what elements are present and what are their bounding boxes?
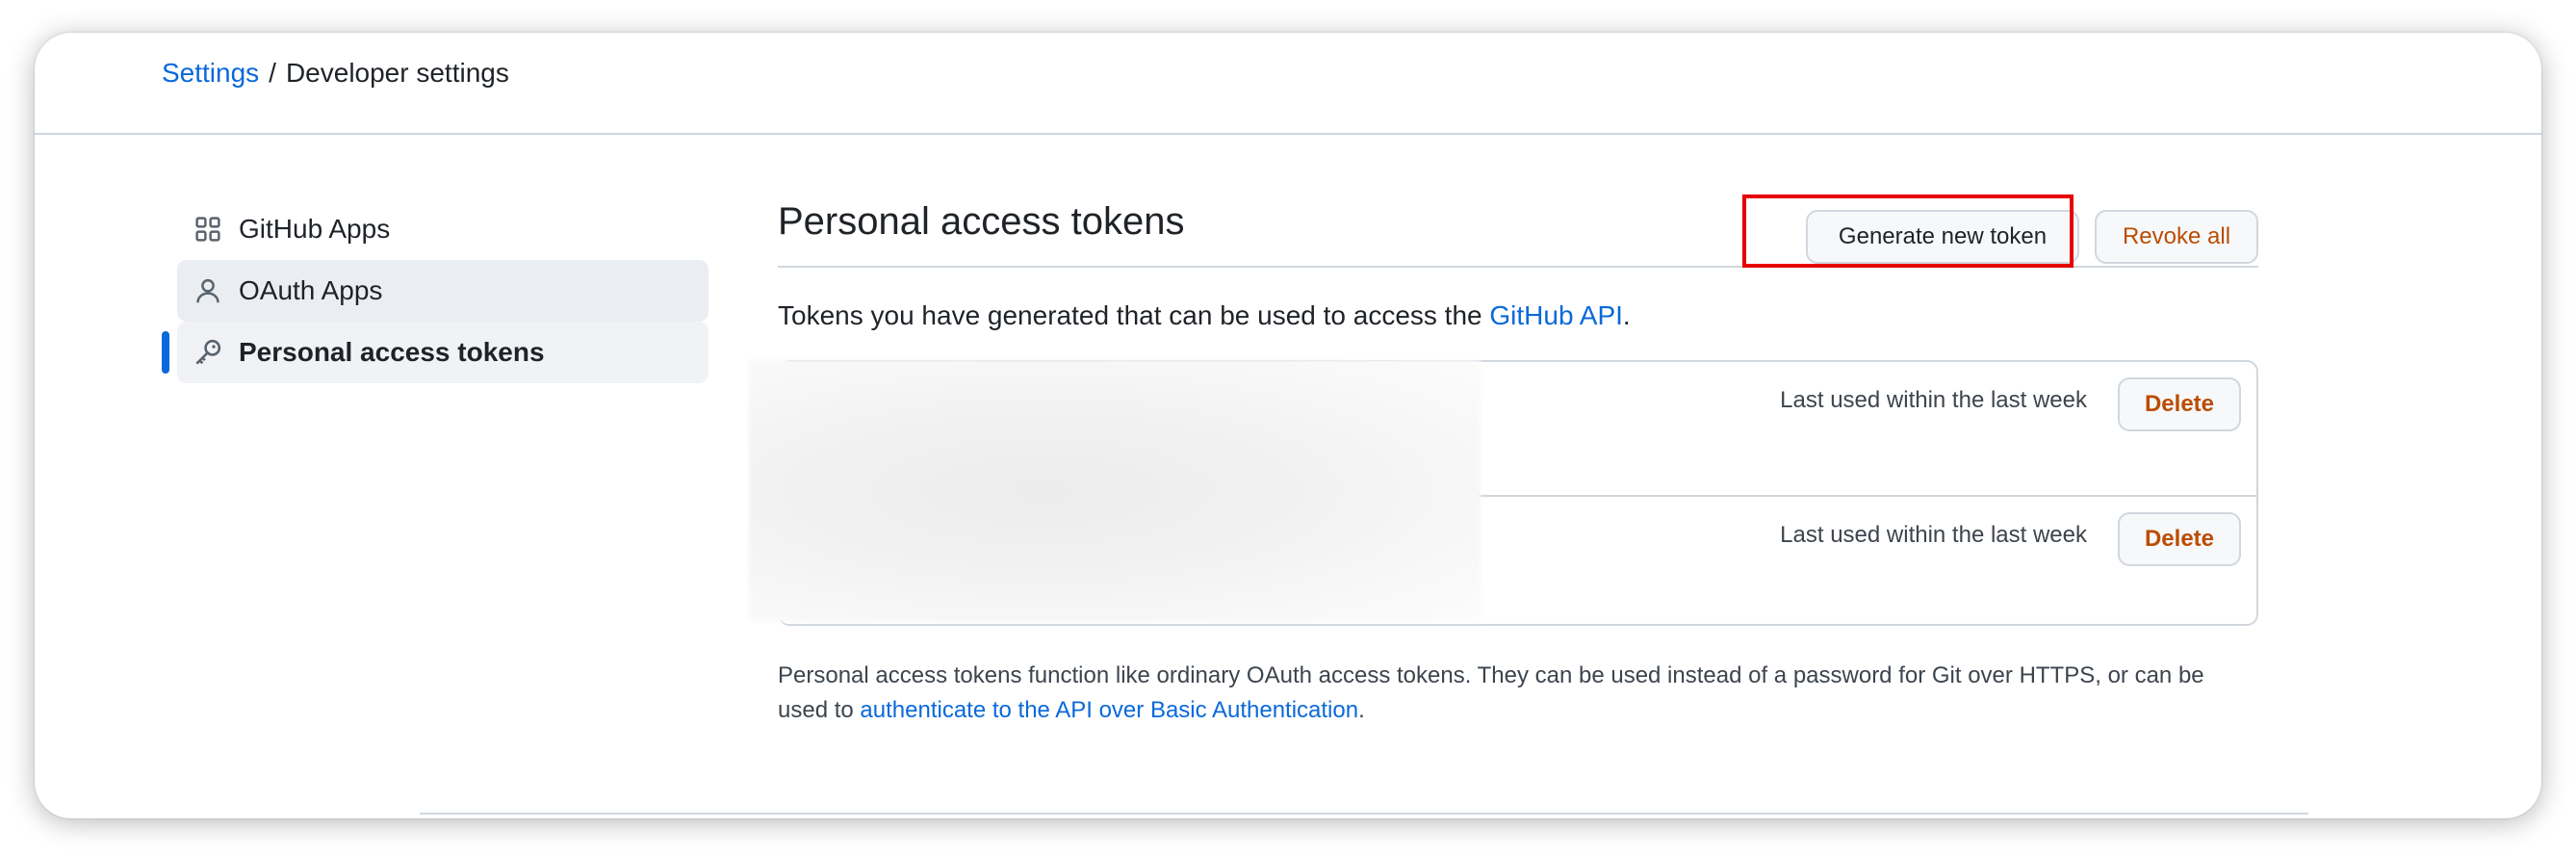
basic-auth-link[interactable]: authenticate to the API over Basic Authe… <box>860 697 1358 723</box>
breadcrumb-separator: / <box>269 58 276 88</box>
intro-text: Tokens you have generated that can be us… <box>778 300 2258 331</box>
sidebar: GitHub Apps OAuth Apps Personal access t… <box>162 198 708 383</box>
generate-new-token-button[interactable]: Generate new token <box>1806 210 2079 264</box>
active-indicator <box>162 331 169 374</box>
main-content: Personal access tokens Generate new toke… <box>749 177 2260 728</box>
footnote-end: . <box>1358 697 1365 723</box>
delete-token-button[interactable]: Delete <box>2118 377 2241 431</box>
footer-divider <box>420 813 2308 815</box>
footnote: Personal access tokens function like ord… <box>778 659 2260 728</box>
browser-window: Settings / Developer settings GitHub App… <box>35 33 2541 818</box>
person-icon <box>193 275 223 306</box>
sidebar-item-github-apps[interactable]: GitHub Apps <box>177 198 708 260</box>
revoke-all-button[interactable]: Revoke all <box>2095 210 2258 264</box>
token-last-used: Last used within the last week <box>1780 522 2087 548</box>
intro-text-end: . <box>1622 300 1631 330</box>
token-list: Last used within the last week Delete La… <box>749 360 2258 626</box>
breadcrumb: Settings / Developer settings <box>162 52 509 94</box>
breadcrumb-current: Developer settings <box>285 58 509 88</box>
github-api-link[interactable]: GitHub API <box>1489 300 1623 330</box>
token-last-used: Last used within the last week <box>1780 387 2087 413</box>
page-title: Personal access tokens <box>778 200 1185 243</box>
sidebar-item-oauth-apps[interactable]: OAuth Apps <box>177 260 708 322</box>
sidebar-item-label: OAuth Apps <box>239 275 383 305</box>
sidebar-item-label: GitHub Apps <box>239 214 391 244</box>
delete-token-button[interactable]: Delete <box>2118 512 2241 566</box>
breadcrumb-settings-link[interactable]: Settings <box>162 58 259 89</box>
key-icon <box>193 337 223 368</box>
sidebar-item-label: Personal access tokens <box>239 337 545 367</box>
redacted-token-names <box>749 360 1481 622</box>
title-row: Personal access tokens Generate new toke… <box>778 177 2258 268</box>
intro-text-body: Tokens you have generated that can be us… <box>778 300 1490 330</box>
sidebar-item-personal-access-tokens[interactable]: Personal access tokens <box>162 322 708 383</box>
header-divider <box>35 133 2541 135</box>
apps-grid-icon <box>193 214 223 245</box>
